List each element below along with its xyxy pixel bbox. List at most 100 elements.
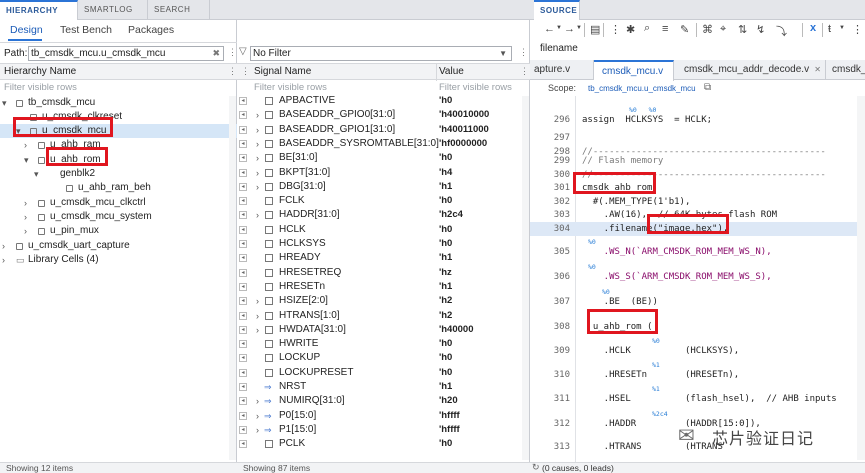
signal-row[interactable]: ◂ › BASEADDR_GPIO0[31:0] 'h40010000 (237, 108, 530, 122)
tree-item[interactable]: › u_cmsdk_mcu_system (0, 210, 237, 224)
file-tab-active[interactable]: cmsdk_mcu.v (594, 60, 674, 81)
expand-toggle-icon[interactable]: › (256, 166, 259, 180)
refresh-icon[interactable]: ↻ (532, 462, 540, 473)
scope-value[interactable]: tb_cmsdk_mcu.u_cmsdk_mcu (588, 84, 696, 93)
code-line[interactable]: .HSEL (flash_hsel), // AHB inputs (582, 394, 837, 404)
scope-copy-icon[interactable]: ⧉ (704, 82, 711, 93)
code-line[interactable]: assign HCLKSYS = HCLK; (582, 115, 712, 125)
signal-row[interactable]: ◂ › HTRANS[1:0] 'h2 (237, 309, 530, 323)
signal-row[interactable]: ◂ APBACTIVE 'h0 (237, 94, 530, 108)
signal-row[interactable]: ◂ LOCKUP 'h0 (237, 351, 530, 365)
code-line[interactable]: .WS_S(`ARM_CMSDK_ROM_MEM_WS_S), (582, 272, 772, 282)
tree-item[interactable]: u_ahb_ram_beh (0, 181, 237, 195)
signal-row[interactable]: ◂ › BKPT[31:0] 'h4 (237, 166, 530, 180)
expand-toggle-icon[interactable]: › (256, 294, 259, 308)
signal-row[interactable]: ◂ › ⇒ P1[15:0] 'hffff (237, 423, 530, 437)
expand-toggle-icon[interactable]: › (256, 108, 259, 122)
text-icon[interactable]: ≡ (662, 23, 668, 35)
row-scroll-arrow-icon[interactable]: ◂ (239, 111, 247, 120)
clear-icon[interactable]: ✖ (212, 47, 220, 60)
tree-item[interactable]: › u_ahb_ram (0, 138, 237, 152)
signal-row[interactable]: ◂ HCLKSYS 'h0 (237, 237, 530, 251)
panel-menu-icon[interactable]: ⋮ (519, 47, 528, 58)
expand-toggle-icon[interactable]: › (2, 239, 5, 253)
tree-item[interactable]: › u_pin_mux (0, 224, 237, 238)
row-scroll-arrow-icon[interactable]: ◂ (239, 282, 247, 291)
tool-icon[interactable]: ŧ (828, 23, 831, 35)
row-scroll-arrow-icon[interactable]: ◂ (239, 254, 247, 263)
scrollbar[interactable] (229, 96, 236, 460)
expand-toggle-icon[interactable]: › (256, 309, 259, 323)
signal-row[interactable]: ◂ › HSIZE[2:0] 'h2 (237, 294, 530, 308)
funnel-icon[interactable]: ▽ (239, 46, 247, 57)
dropdown-icon[interactable]: ▼ (576, 25, 582, 31)
row-scroll-arrow-icon[interactable]: ◂ (239, 211, 247, 220)
scrollbar[interactable] (522, 96, 529, 460)
signal-row[interactable]: ◂ PCLK 'h0 (237, 437, 530, 451)
row-scroll-arrow-icon[interactable]: ◂ (239, 97, 247, 105)
signal-row[interactable]: ◂ › BASEADDR_GPIO1[31:0] 'h40011000 (237, 123, 530, 137)
tab-hierarchy[interactable]: HIERARCHY (0, 0, 78, 20)
copy-icon[interactable]: ▤ (590, 23, 600, 36)
trace-icon[interactable]: ⤵ (776, 23, 787, 39)
row-scroll-arrow-icon[interactable]: ◂ (239, 368, 247, 377)
dropdown-icon[interactable]: ▼ (556, 25, 562, 31)
close-icon[interactable]: ✕ (814, 60, 821, 80)
back-icon[interactable]: ← (544, 23, 555, 35)
row-scroll-arrow-icon[interactable]: ◂ (239, 397, 247, 406)
row-scroll-arrow-icon[interactable]: ◂ (239, 297, 247, 306)
more-icon[interactable]: ⋮ (852, 23, 863, 36)
subtab-packages[interactable]: Packages (128, 24, 174, 36)
expand-toggle-icon[interactable]: › (24, 224, 27, 238)
signal-row[interactable]: ◂ › DBG[31:0] 'h1 (237, 180, 530, 194)
signal-row[interactable]: ◂ HREADY 'h1 (237, 251, 530, 265)
expand-toggle-icon[interactable]: ▾ (34, 167, 39, 181)
subtab-design[interactable]: Design (10, 24, 43, 36)
filter-select[interactable]: No Filter ▼ (250, 46, 512, 61)
bug-icon[interactable]: ✱ (626, 23, 635, 36)
forward-icon[interactable]: → (564, 23, 575, 35)
fold-icon[interactable]: ⋮ (610, 23, 621, 36)
signal-row[interactable]: ◂ › ⇒ P0[15:0] 'hffff (237, 409, 530, 423)
row-scroll-arrow-icon[interactable]: ◂ (239, 425, 247, 434)
expand-toggle-icon[interactable]: › (256, 180, 259, 194)
row-scroll-arrow-icon[interactable]: ◂ (239, 240, 247, 248)
signal-row[interactable]: ◂ HWRITE 'h0 (237, 337, 530, 351)
row-scroll-arrow-icon[interactable]: ◂ (239, 325, 247, 334)
column-menu-icon[interactable]: ⋮ (520, 66, 529, 77)
search-icon[interactable]: ⌕ (644, 22, 650, 35)
expand-toggle-icon[interactable]: › (256, 423, 259, 437)
trace-icon[interactable]: ↯ (756, 23, 765, 36)
highlight-icon[interactable]: ✎ (680, 23, 689, 36)
tree-item[interactable]: › u_cmsdk_uart_capture (0, 239, 237, 253)
code-line[interactable]: .BE (BE)) (582, 297, 658, 307)
expand-toggle-icon[interactable]: › (24, 196, 27, 210)
row-scroll-arrow-icon[interactable]: ◂ (239, 197, 247, 206)
row-scroll-arrow-icon[interactable]: ◂ (239, 268, 247, 277)
code-line[interactable]: #(.MEM_TYPE(1'b1), (582, 197, 691, 207)
row-scroll-arrow-icon[interactable]: ◂ (239, 440, 247, 449)
trace-icon[interactable]: ⌖ (720, 23, 726, 36)
expand-toggle-icon[interactable]: › (256, 409, 259, 423)
signal-row[interactable]: ◂ FCLK 'h0 (237, 194, 530, 208)
row-scroll-arrow-icon[interactable]: ◂ (239, 182, 247, 191)
expand-toggle-icon[interactable]: ▾ (24, 153, 29, 167)
tree-item[interactable]: › ▭ Library Cells (4) (0, 253, 237, 267)
signal-row[interactable]: ◂ ⇒ NRST 'h1 (237, 380, 530, 394)
tab-smartlog[interactable]: SMARTLOG (78, 0, 148, 20)
column-menu-icon[interactable]: ⋮ (228, 66, 237, 77)
tree-item[interactable]: ▾ genblk2 (0, 167, 237, 181)
row-scroll-arrow-icon[interactable]: ◂ (239, 154, 247, 163)
signal-row[interactable]: ◂ › BASEADDR_SYSROMTABLE[31:0]'hf0000000 (237, 137, 530, 151)
expand-toggle-icon[interactable]: › (2, 253, 5, 267)
expand-toggle-icon[interactable]: › (256, 208, 259, 222)
signal-row[interactable]: ◂ › ⇒ NUMIRQ[31:0] 'h20 (237, 394, 530, 408)
row-scroll-arrow-icon[interactable]: ◂ (239, 225, 247, 234)
hier-filter[interactable]: Filter visible rows (4, 82, 77, 93)
code-line[interactable]: .HCLK (HCLKSYS), (582, 346, 739, 356)
row-scroll-arrow-icon[interactable]: ◂ (239, 411, 247, 420)
tree-item[interactable]: › u_cmsdk_mcu_clkctrl (0, 196, 237, 210)
panel-menu-icon[interactable]: ⋮ (228, 47, 237, 58)
row-scroll-arrow-icon[interactable]: ◂ (239, 125, 247, 134)
signal-row[interactable]: ◂ HRESETREQ 'hz (237, 266, 530, 280)
